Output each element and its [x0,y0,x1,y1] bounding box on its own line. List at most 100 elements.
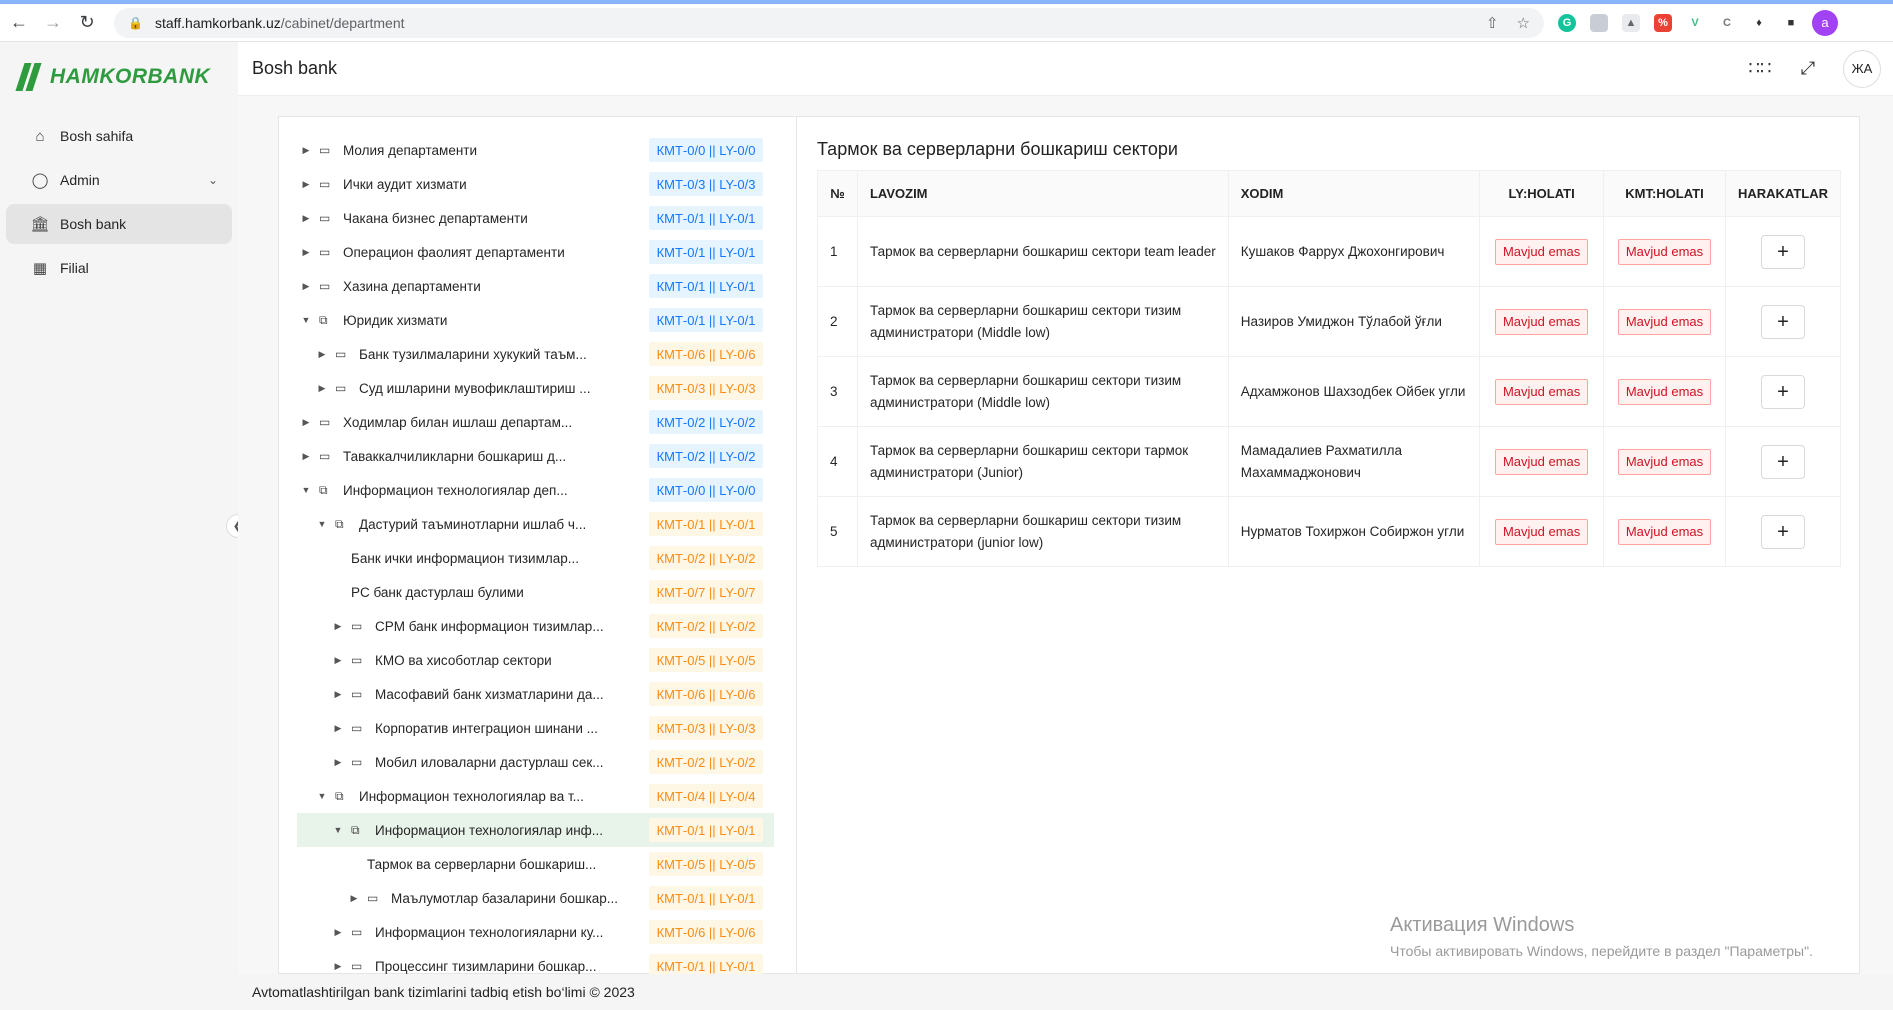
caret-down-icon[interactable]: ▼ [299,315,313,325]
caret-right-icon[interactable]: ▶ [299,213,313,224]
count-tag: КМТ-0/1 || LY-0/1 [649,274,763,298]
address-bar[interactable]: 🔒 staff.hamkorbank.uz/cabinet/department… [114,7,1544,38]
share-icon[interactable]: ⇧ [1486,14,1499,32]
logo[interactable]: HAMKORBANK [0,42,238,112]
add-button[interactable]: + [1760,234,1805,269]
reload-icon[interactable]: ↻ [72,8,102,38]
tree-node[interactable]: ▶Банк ички информацион тизимлар...КМТ-0/… [279,541,796,575]
back-icon[interactable]: ← [4,8,34,38]
count-tag: КМТ-0/4 || LY-0/4 [649,784,763,808]
puzzle-icon[interactable]: ♦ [1750,14,1768,32]
tree-node[interactable]: ▼ ⧉ Информацион технологиялар инф... КМТ-0/… [297,813,774,847]
table-row: 5 Тармок ва серверларни бошкариш сектори … [817,496,1842,567]
extension-icon[interactable] [1590,13,1608,32]
sidepanel-icon[interactable]: ■ [1782,14,1800,32]
caret-right-icon[interactable]: ▶ [299,247,313,258]
cell-number: 2 [817,286,858,357]
tree-node[interactable]: ▶ ▭ Корпоратив интеграцион шинани ... КМТ-0… [279,711,796,745]
sidebar-item-label: Bosh bank [60,216,127,232]
count-tag: КМТ-0/7 || LY-0/7 [649,580,763,604]
tree-node[interactable]: ▼ ⧉ Информацион технологиялар деп... КМТ-0/… [279,473,796,507]
caret-down-icon[interactable]: ▼ [315,791,329,801]
tree-node[interactable]: ▶ ▭ Таваккалчиликларни бошкариш д... КМТ-0/… [279,439,796,473]
cell-lavozim: Тармок ва серверларни бошкариш сектори t… [856,216,1229,287]
status-badge: Mavjud emas [1617,518,1712,545]
status-badge: Mavjud emas [1494,378,1589,405]
caret-right-icon[interactable]: ▶ [331,927,345,938]
sidebar-item-bosh-sahifa[interactable]: ⌂ Bosh sahifa [6,116,232,156]
caret-right-icon[interactable]: ▶ [331,961,345,972]
tree-node[interactable]: ▶ ▭ Молия департаменти КМТ-0/0 || LY-0/0 [279,133,796,167]
caret-right-icon[interactable]: ▶ [331,689,345,700]
forward-icon[interactable]: → [38,8,68,38]
add-button[interactable]: + [1760,374,1805,409]
tree-node[interactable]: ▶ ▭ Ходимлар билан ишлаш департам... КМТ-0/… [279,405,796,439]
tree-node[interactable]: ▶ ▭ Ички аудит хизмати КМТ-0/3 || LY-0/3 [279,167,796,201]
tree-node[interactable]: ▶ ▭ Информацион технологияларни ку... КМТ-0… [279,915,796,949]
tree-node[interactable]: ▶ ▭ Хазина департаменти КМТ-0/1 || LY-0/1 [279,269,796,303]
caret-right-icon[interactable]: ▶ [331,723,345,734]
caret-down-icon[interactable]: ▼ [331,825,345,835]
caret-right-icon[interactable]: ▶ [347,893,361,904]
grammarly-extension-icon[interactable]: G [1558,13,1576,32]
extension-icon[interactable]: % [1654,13,1672,32]
caret-right-icon[interactable]: ▶ [331,621,345,632]
tree-node-label: Ички аудит хизмати [343,176,467,192]
tree-node[interactable]: ▼ ⧉ Юридик хизмати КМТ-0/1 || LY-0/1 [279,303,796,337]
cell-xodim: Назиров Умиджон Тўлабой ўғли [1227,286,1481,357]
fullscreen-icon[interactable]: ⤢ [1795,58,1821,79]
cell-kmt-holati: Mavjud emas [1603,426,1726,497]
caret-down-icon[interactable]: ▼ [315,519,329,529]
bank-icon: 🏛 [30,216,50,233]
tree-node[interactable]: ▶ ▭ CPM банк информацион тизимлар... КМТ-0/… [279,609,796,643]
tree-node[interactable]: ▶ ▭ Процессинг тизимларини бошкар... КМТ-0/… [279,949,796,975]
tree-node[interactable]: ▶ ▭ Мобил иловаларни дастурлаш сек... КМТ-0… [279,745,796,779]
positions-table: № LAVOZIM XODIM LY:HOLATI KMT:HOLATI HAR… [817,170,1842,567]
caret-down-icon[interactable]: ▼ [299,485,313,495]
cell-actions: + [1724,286,1842,357]
status-badge: Mavjud emas [1617,308,1712,335]
tree-node[interactable]: ▶ ▭ Маълумотлар базаларини бошкар... КМТ-0/… [279,881,796,915]
count-tag: КМТ-0/3 || LY-0/3 [649,172,763,196]
chevron-down-icon: ⌄ [207,173,218,187]
tree-node-label: Процессинг тизимларини бошкар... [375,958,597,974]
avatar[interactable]: ЖА [1843,49,1881,88]
caret-right-icon[interactable]: ▶ [331,757,345,768]
cell-ly-holati: Mavjud emas [1479,356,1605,427]
caret-right-icon[interactable]: ▶ [331,655,345,666]
tree-node[interactable]: ▶ ▭ Суд ишларини мувофиклаштириш ... КМТ-0/… [279,371,796,405]
tree-node[interactable]: ▶PC банк дастурлаш булимиКМТ-0/7 || LY-0… [279,575,796,609]
vue-devtools-icon[interactable]: V [1686,14,1704,32]
caret-right-icon[interactable]: ▶ [299,145,313,156]
sidebar-item-admin[interactable]: ◯ Admin ⌄ [6,160,232,200]
caret-right-icon[interactable]: ▶ [299,281,313,292]
caret-right-icon[interactable]: ▶ [299,179,313,190]
add-button[interactable]: + [1760,514,1805,549]
tree-node[interactable]: ▼ ⧉ Информацион технологиялар ва т... КМТ-0… [279,779,796,813]
cell-actions: + [1724,216,1842,287]
tree-node-label: Мобил иловаларни дастурлаш сек... [375,754,604,770]
apps-grid-icon[interactable]: ∷∷ [1747,58,1773,79]
tree-node[interactable]: ▶ ▭ Банк тузилмаларини хукукий таъм... КМТ-… [279,337,796,371]
caret-right-icon[interactable]: ▶ [299,417,313,428]
sidebar-item-filial[interactable]: ▦ Filial [6,248,232,288]
caret-right-icon[interactable]: ▶ [315,383,329,394]
tree-node[interactable]: ▼ ⧉ Дастурий таъминотларни ишлаб ч... КМТ-0… [279,507,796,541]
tree-node[interactable]: ▶ ▭ Масофавий банк хизматларини да... КМТ-0… [279,677,796,711]
add-button[interactable]: + [1760,444,1805,479]
extension-icon[interactable]: C [1718,14,1736,32]
add-button[interactable]: + [1760,304,1805,339]
column-header-harakatlar: HARAKATLAR [1724,170,1842,217]
tree-node[interactable]: ▶ ▭ Чакана бизнес департаменти КМТ-0/1 || L… [279,201,796,235]
tree-node[interactable]: ▶ ▭ Операцион фаолият департаменти КМТ-0/1 … [279,235,796,269]
sidebar: HAMKORBANK ⌂ Bosh sahifa ◯ Admin ⌄ 🏛 Bos… [0,42,238,1010]
tree-node[interactable]: ▶Тармок ва серверларни бошкариш...КМТ-0/… [279,847,796,881]
profile-avatar[interactable]: a [1812,9,1838,36]
tree-node[interactable]: ▶ ▭ КМО ва хисоботлар сектори КМТ-0/5 || LY… [279,643,796,677]
sidebar-item-bosh-bank[interactable]: 🏛 Bosh bank [6,204,232,244]
bookmark-star-icon[interactable]: ☆ [1517,14,1530,32]
browser-toolbar: ← → ↻ 🔒 staff.hamkorbank.uz/cabinet/depa… [0,0,1893,42]
caret-right-icon[interactable]: ▶ [315,349,329,360]
caret-right-icon[interactable]: ▶ [299,451,313,462]
extension-icon[interactable]: ▲ [1622,13,1640,32]
